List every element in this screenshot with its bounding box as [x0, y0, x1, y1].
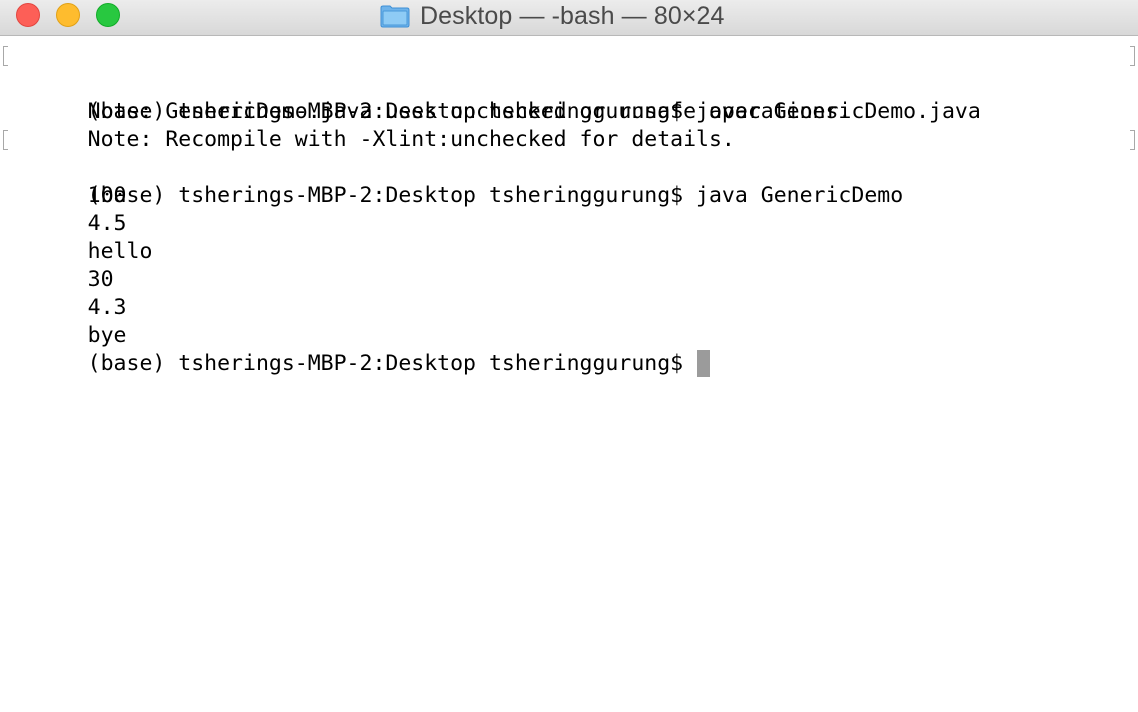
command-mark-left	[3, 130, 8, 150]
folder-icon	[380, 5, 410, 28]
title-bar[interactable]: Desktop — -bash — 80×24	[0, 0, 1138, 36]
command-mark-left	[3, 46, 8, 66]
terminal-window: Desktop — -bash — 80×24 (base) tsherings…	[0, 0, 1138, 712]
window-title-group: Desktop — -bash — 80×24	[380, 0, 725, 32]
close-button[interactable]	[16, 3, 40, 27]
command-line: (base) tsherings-MBP-2:Desktop tsheringg…	[3, 126, 1135, 208]
output-line: hello	[10, 210, 1128, 264]
prompt-line[interactable]: (base) tsherings-MBP-2:Desktop tsheringg…	[10, 322, 1128, 377]
command-mark-right	[1130, 130, 1135, 150]
command-mark-right	[1130, 46, 1135, 66]
command-line: (base) tsherings-MBP-2:Desktop tsheringg…	[3, 42, 1135, 124]
output-line: 4.3	[10, 266, 1128, 320]
output-line: Note: Recompile with -Xlint:unchecked fo…	[10, 98, 1128, 152]
output-line: 30	[10, 238, 1128, 292]
prompt-text: (base) tsherings-MBP-2:Desktop tsheringg…	[87, 351, 697, 376]
minimize-button[interactable]	[56, 3, 80, 27]
output-line: 4.5	[10, 182, 1128, 236]
terminal-output[interactable]: (base) tsherings-MBP-2:Desktop tsheringg…	[3, 42, 1135, 377]
output-line: bye	[10, 294, 1128, 348]
window-title: Desktop — -bash — 80×24	[420, 1, 725, 30]
zoom-button[interactable]	[96, 3, 120, 27]
text-cursor	[697, 350, 711, 377]
output-line: 100	[10, 154, 1128, 208]
output-line: Note: GenericDemo.java uses unchecked or…	[10, 70, 1128, 124]
